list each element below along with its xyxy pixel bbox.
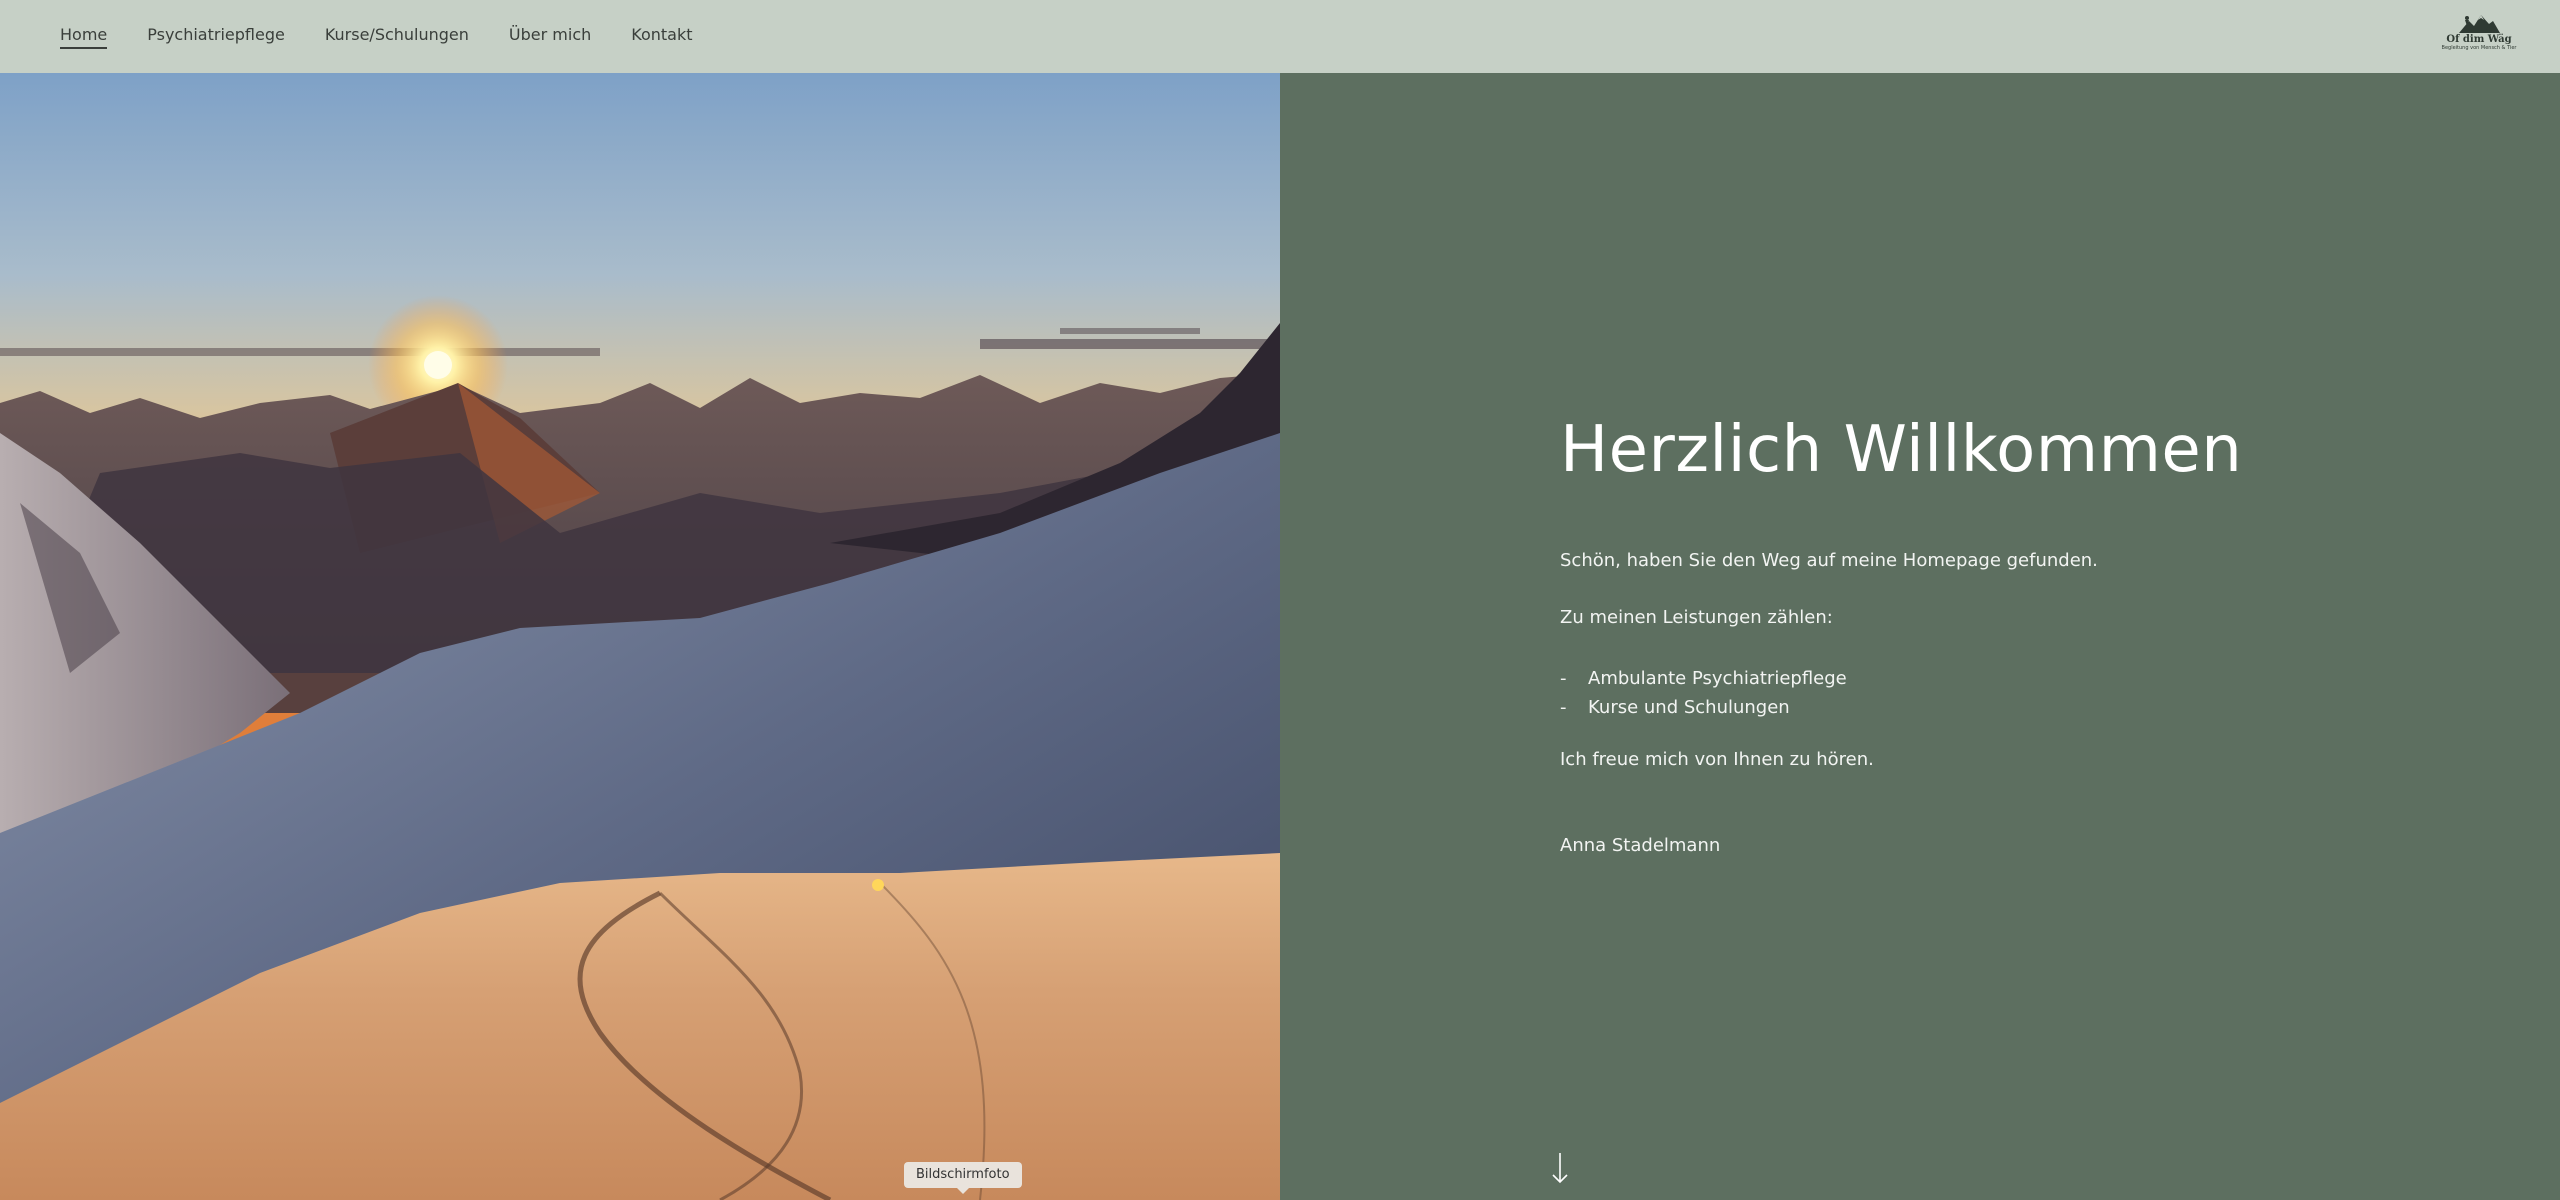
services-list: - Ambulante Psychiatriepflege - Kurse und … [1560,664,1847,722]
service-ambulante-psychiatriepflege: Ambulante Psychiatriepflege [1588,668,1847,689]
welcome-panel: Herzlich Willkommen Schön, haben Sie den… [1280,73,2560,1200]
services-label: Zu meinen Leistungen zählen: [1560,607,1833,628]
nav-item-ueber-mich[interactable]: Über mich [509,25,591,49]
arrow-down-icon[interactable] [1548,1151,1572,1185]
page-title: Herzlich Willkommen [1560,413,2243,487]
list-dash: - [1560,668,1567,689]
intro-text: Schön, haben Sie den Weg auf meine Homep… [1560,550,2098,571]
nav-item-psychiatriepflege[interactable]: Psychiatriepflege [147,25,285,49]
site-logo[interactable]: Of dim Wäg Begleitung von Mensch & Tier [2436,12,2522,62]
nav-item-kontakt[interactable]: Kontakt [631,25,692,49]
mountain-sunrise-photo [0,73,1280,1200]
main-nav: Home Psychiatriepflege Kurse/Schulungen … [60,0,733,73]
signature: Anna Stadelmann [1560,835,1721,856]
logo-subtitle: Begleitung von Mensch & Tier [2441,45,2517,51]
image-tooltip: Bildschirmfoto [904,1162,1022,1194]
hero-image [0,73,1280,1200]
list-item: - Kurse und Schulungen [1560,693,1847,722]
list-dash: - [1560,697,1567,718]
top-navigation-bar: Home Psychiatriepflege Kurse/Schulungen … [0,0,2560,73]
closing-text: Ich freue mich von Ihnen zu hören. [1560,749,1874,770]
logo-title: Of dim Wäg [2446,34,2512,45]
list-item: - Ambulante Psychiatriepflege [1560,664,1847,693]
service-kurse-und-schulungen: Kurse und Schulungen [1588,697,1790,718]
logo-mountain-icon [2459,15,2500,33]
nav-item-kurse-schulungen[interactable]: Kurse/Schulungen [325,25,469,49]
nav-item-home[interactable]: Home [60,25,108,49]
